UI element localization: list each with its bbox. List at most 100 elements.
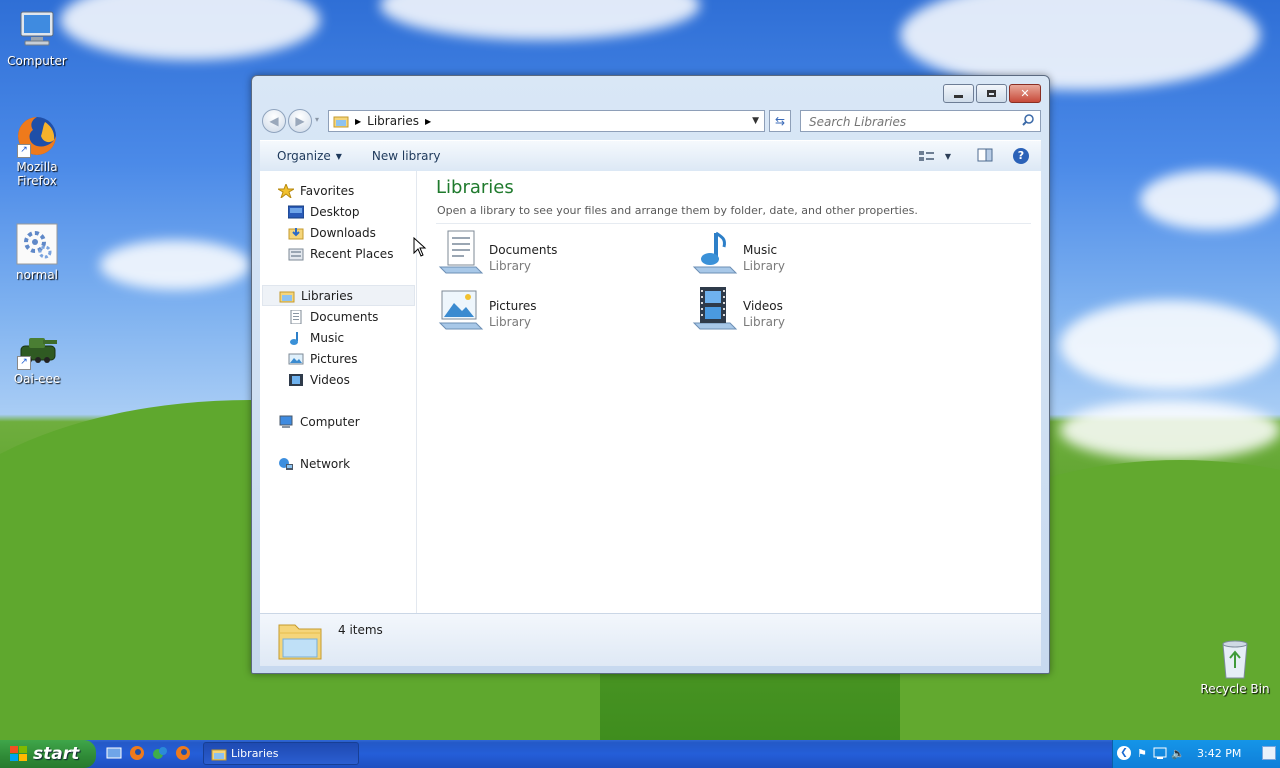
nav-pictures[interactable]: Pictures [288,348,358,369]
address-dropdown-icon[interactable]: ▼ [752,116,759,126]
change-view-button[interactable]: ▼ [918,150,951,162]
explorer-window: ✕ ◀ ▶ ▾ ▶ Libraries ▶ ▼ ⇆ Search Librari… [251,75,1050,674]
videos-library-icon [690,285,738,333]
page-title: Libraries [436,177,514,198]
library-videos[interactable]: Videos Library [690,285,920,335]
library-name: Videos [743,299,783,313]
network-tray-icon[interactable] [1153,746,1167,760]
desktop-icon-label: Computer [7,54,67,68]
organize-button[interactable]: Organize ▼ [277,149,342,163]
content-area: Favorites Desktop Downloads Recent Place… [260,171,1041,613]
nav-desktop-label: Desktop [310,204,360,219]
desktop-icon-label: Mozilla Firefox [16,160,58,188]
volume-icon[interactable]: 🔈 [1171,747,1185,760]
recent-places-icon [288,247,304,261]
messenger-icon[interactable] [152,745,168,761]
start-button[interactable]: start [0,740,96,768]
chevron-down-icon: ▼ [944,151,951,161]
chevron-down-icon: ▼ [335,151,342,161]
documents-icon [288,309,304,324]
libraries-folder-icon [211,747,227,761]
documents-library-icon [436,229,484,277]
details-pane: 4 items [260,613,1041,666]
forward-button[interactable]: ▶ [288,109,312,133]
nav-network[interactable]: Network [278,453,350,474]
maximize-button[interactable] [976,84,1007,103]
desktop-icon-recycle-bin[interactable]: Recycle Bin [1200,636,1270,696]
navigation-bar: ◀ ▶ ▾ ▶ Libraries ▶ ▼ ⇆ [260,109,1041,133]
command-bar: Organize ▼ New library ▼ ? [260,140,1041,172]
notification-icon[interactable] [1262,746,1276,760]
nav-videos-label: Videos [310,372,350,387]
nav-computer-label: Computer [300,414,360,429]
help-button[interactable]: ? [1013,148,1029,164]
nav-videos[interactable]: Videos [288,369,350,390]
desktop-icon-oai-eee[interactable]: ↗ Oai-eee [2,326,72,386]
page-subtitle: Open a library to see your files and arr… [437,204,918,217]
back-button[interactable]: ◀ [262,109,286,133]
firefox-icon[interactable] [175,745,191,761]
maximize-icon [987,90,996,97]
taskbar-item-label: Libraries [231,747,279,760]
action-center-flag-icon[interactable]: ⚑ [1137,747,1147,760]
recent-pages-icon[interactable]: ▾ [315,115,319,124]
show-desktop-icon[interactable] [106,745,122,761]
clock[interactable]: 3:42 PM [1197,747,1241,760]
nav-music[interactable]: Music [288,327,344,348]
desktop-icon-label: Oai-eee [13,372,61,386]
downloads-icon [288,226,304,240]
library-type: Library [743,315,785,329]
nav-downloads-label: Downloads [310,225,376,240]
navigation-pane: Favorites Desktop Downloads Recent Place… [260,171,417,613]
breadcrumb-separator-icon[interactable]: ▶ [425,117,431,126]
preview-pane-button[interactable] [977,148,993,165]
library-documents[interactable]: Documents Library [436,229,666,279]
taskbar-item-libraries[interactable]: Libraries [203,742,359,765]
firefox-icon: ↗ [15,114,59,158]
nav-favorites[interactable]: Favorites [276,180,354,201]
music-icon [288,331,304,345]
item-count: 4 items [338,623,383,637]
nav-computer[interactable]: Computer [278,411,360,432]
show-hidden-icons-button[interactable]: ❮ [1117,746,1131,760]
nav-recent-places-label: Recent Places [310,246,394,261]
firefox-icon[interactable] [129,745,145,761]
divider [436,223,1031,224]
taskbar: start Libraries ❮ ⚑ 🔈 3:42 PM [0,740,1280,768]
back-arrow-icon: ◀ [269,114,279,128]
address-bar[interactable]: ▶ Libraries ▶ ▼ [328,110,765,132]
desktop-icon-label: normal [15,268,59,282]
new-library-button[interactable]: New library [372,149,441,163]
windows-logo-icon [10,746,28,762]
desktop: Computer ↗ Mozilla Firefox normal ↗ Oai-… [0,0,1280,740]
nav-music-label: Music [310,330,345,345]
search-input[interactable] [807,112,1016,132]
desktop-icon-normal[interactable]: normal [2,222,72,282]
music-library-icon [690,229,738,277]
breadcrumb-libraries[interactable]: Libraries [367,114,419,128]
minimize-icon [954,95,963,98]
library-type: Library [743,259,785,273]
nav-documents[interactable]: Documents [288,306,378,327]
forward-arrow-icon: ▶ [295,114,305,128]
window-controls: ✕ [943,84,1041,103]
nav-downloads[interactable]: Downloads [288,222,376,243]
nav-network-label: Network [300,456,351,471]
refresh-button[interactable]: ⇆ [769,110,791,132]
desktop-icon-firefox[interactable]: ↗ Mozilla Firefox [2,114,72,188]
close-icon: ✕ [1020,87,1030,100]
desktop-icon-computer[interactable]: Computer [2,8,72,68]
minimize-button[interactable] [943,84,974,103]
close-button[interactable]: ✕ [1009,84,1041,103]
library-pictures[interactable]: Pictures Library [436,285,666,335]
breadcrumb-separator-icon[interactable]: ▶ [355,117,361,126]
system-tray: ❮ ⚑ 🔈 3:42 PM [1112,740,1280,768]
library-name: Documents [489,243,558,257]
nav-desktop[interactable]: Desktop [287,201,360,222]
nav-libraries-label: Libraries [301,288,353,303]
library-type: Library [489,315,531,329]
nav-recent-places[interactable]: Recent Places [288,243,393,264]
search-icon[interactable] [1022,114,1034,126]
nav-libraries[interactable]: Libraries [262,285,415,306]
library-music[interactable]: Music Library [690,229,920,279]
